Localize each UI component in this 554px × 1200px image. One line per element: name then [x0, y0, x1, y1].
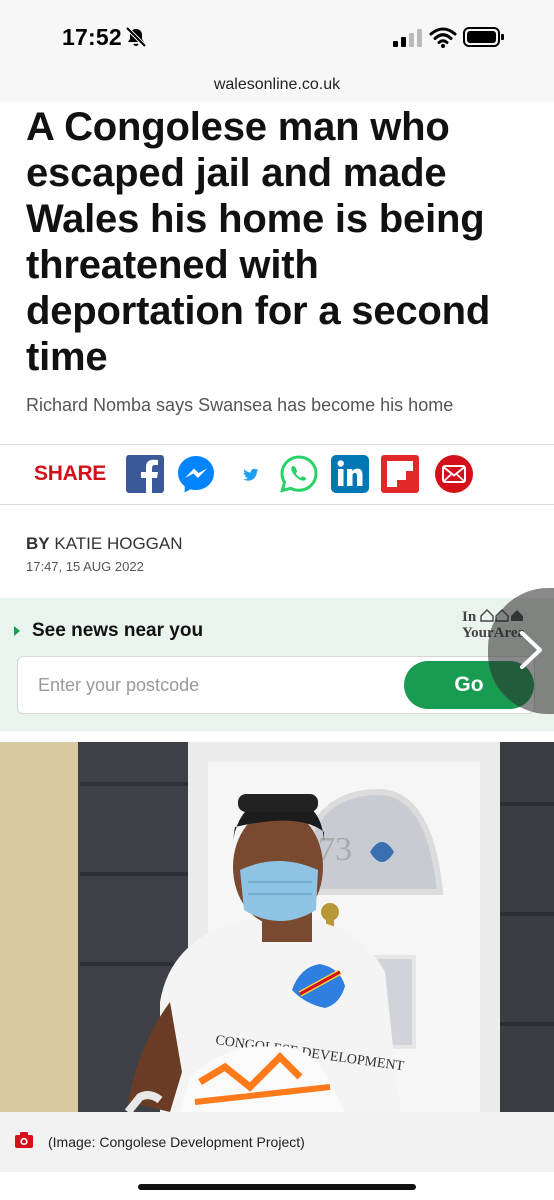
wifi-icon: [429, 27, 457, 48]
news-near-you-title: See news near you: [32, 620, 204, 641]
status-time: 17:52: [62, 24, 122, 50]
email-icon[interactable]: [435, 455, 473, 493]
linkedin-icon[interactable]: [331, 455, 369, 493]
article-headline: A Congolese man who escaped jail and mad…: [26, 105, 491, 379]
messenger-icon[interactable]: [177, 455, 215, 493]
url-bar[interactable]: walesonline.co.uk: [0, 72, 554, 102]
home-indicator[interactable]: [138, 1184, 416, 1190]
facebook-icon[interactable]: [126, 455, 164, 493]
divider: [0, 504, 554, 505]
triangle-right-icon: [14, 626, 20, 636]
bell-slash-icon: [125, 26, 147, 48]
whatsapp-icon[interactable]: [280, 455, 318, 493]
status-bar: 17:52: [0, 0, 554, 72]
flipboard-icon[interactable]: [381, 455, 419, 493]
photo-illustration: 73 CONGOLESE DEVELOPMENT: [0, 742, 554, 1112]
image-caption: (Image: Congolese Development Project): [48, 1134, 305, 1150]
url-text[interactable]: walesonline.co.uk: [214, 76, 340, 93]
divider: [0, 444, 554, 445]
publish-date: 17:47, 15 AUG 2022: [26, 559, 144, 574]
byline-prefix: BY: [26, 534, 50, 553]
author-link[interactable]: KATIE HOGGAN: [54, 534, 182, 553]
article-photo[interactable]: 73 CONGOLESE DEVELOPMENT: [0, 742, 554, 1112]
twitter-icon[interactable]: [230, 455, 268, 493]
share-label: SHARE: [34, 462, 107, 485]
battery-icon: [463, 27, 504, 47]
byline: BY KATIE HOGGAN: [26, 534, 183, 554]
signal-icon: [393, 29, 422, 47]
chevron-right-icon: [520, 631, 542, 669]
logo-line1: In: [462, 609, 477, 625]
camera-icon: [15, 1132, 33, 1148]
article-subheadline: Richard Nomba says Swansea has become hi…: [26, 395, 454, 415]
door-number: 73: [318, 831, 352, 868]
postcode-input[interactable]: [38, 673, 398, 697]
